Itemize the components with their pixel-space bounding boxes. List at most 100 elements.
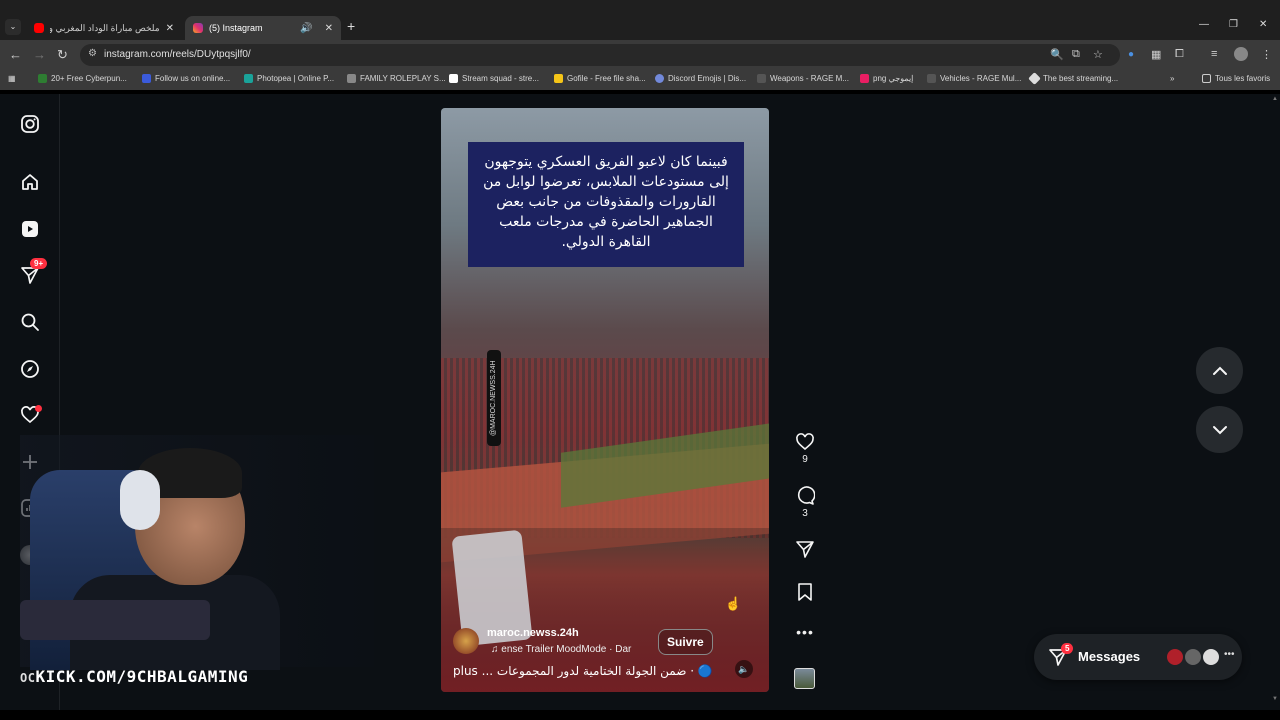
back-button[interactable]: ←: [9, 47, 22, 62]
share-icon: [796, 541, 814, 558]
reel-video[interactable]: فبينما كان لاعبو الفريق العسكري يتوجهون …: [441, 108, 769, 692]
author-avatar[interactable]: [453, 628, 479, 654]
bookmark-item[interactable]: 20+ Free Cyberpun...: [38, 74, 127, 83]
page-scrollbar[interactable]: ▲ ▼: [1270, 94, 1280, 710]
bookmark-item[interactable]: Vehicles - RAGE Mul...: [927, 74, 1021, 83]
bookmark-favicon-icon: [927, 74, 936, 83]
bookmark-item[interactable]: png إيموجي: [860, 74, 913, 83]
speaker-icon[interactable]: 🔊: [300, 23, 312, 34]
more-dots-icon: •••: [796, 624, 814, 640]
scroll-up-icon[interactable]: ▲: [1272, 96, 1278, 102]
all-favorites-folder[interactable]: Tous les favoris: [1202, 74, 1270, 83]
share-button[interactable]: [790, 539, 820, 559]
direct-badge: 9+: [30, 258, 48, 269]
bookmark-item[interactable]: The best streaming...: [1028, 72, 1118, 85]
reels-icon[interactable]: [19, 218, 41, 240]
like-count: 9: [802, 454, 808, 465]
more-bookmarks-icon[interactable]: »: [1170, 74, 1174, 83]
notification-dot: [35, 405, 42, 412]
volume-icon[interactable]: 🔈: [735, 660, 753, 678]
direct-icon[interactable]: 9+: [19, 258, 48, 286]
bookmark-item[interactable]: Stream squad - stre...: [449, 74, 539, 83]
zoom-icon[interactable]: 🔍: [1050, 48, 1064, 61]
scroll-down-icon[interactable]: ▼: [1272, 696, 1278, 702]
more-options-button[interactable]: •••: [790, 624, 820, 640]
search-icon[interactable]: [19, 311, 41, 333]
bookmark-favicon-icon: [655, 74, 664, 83]
comment-button[interactable]: 3: [790, 486, 820, 519]
profile-icon[interactable]: [1234, 47, 1248, 61]
headset: [120, 470, 160, 530]
bookmarks-bar: ▦ 20+ Free Cyberpun... Follow us on onli…: [0, 70, 1280, 90]
reel-description[interactable]: plus ... ضمن الجولة الختامية لدور المجمو…: [453, 664, 713, 678]
navigation-bar: ← → ↻ ⚙ instagram.com/reels/DUytpqsjlf0/…: [0, 40, 1280, 70]
bookmark-favicon-icon: [860, 74, 869, 83]
music-info[interactable]: ♫ ense Trailer MoodMode · Dar: [491, 644, 631, 655]
stream-prefix: OC: [20, 671, 36, 685]
tab-strip: ملخص مباراة الوداد المغربي وعزا ✕ (5) In…: [0, 13, 1280, 40]
restore-button[interactable]: ❐: [1229, 19, 1238, 30]
comment-icon: [797, 486, 815, 505]
new-tab-button[interactable]: +: [347, 18, 355, 34]
instagram-favicon-icon: [193, 23, 203, 33]
site-info-icon[interactable]: ⚙: [88, 48, 97, 59]
tab-title: ملخص مباراة الوداد المغربي وعزا: [50, 22, 160, 33]
bookmark-favicon-icon: [244, 74, 253, 83]
close-tab-icon[interactable]: ✕: [325, 23, 333, 34]
notifications-icon[interactable]: [19, 404, 42, 426]
previous-reel-button[interactable]: [1196, 347, 1243, 394]
audio-thumbnail[interactable]: [794, 668, 815, 689]
mouse-cursor-icon: ☝: [725, 596, 742, 611]
explore-icon[interactable]: [19, 358, 41, 380]
like-button[interactable]: 9: [790, 432, 820, 465]
media-control-icon[interactable]: ≡: [1211, 48, 1217, 60]
heart-icon: [796, 433, 814, 451]
youtube-favicon-icon: [34, 23, 44, 33]
minimize-button[interactable]: —: [1199, 19, 1209, 30]
music-note-icon: ♫: [491, 644, 502, 655]
extension-icon[interactable]: ●: [1128, 49, 1134, 60]
video-watermark: @MAROC.NEWSS.24H: [487, 350, 501, 446]
bookmark-item[interactable]: Gofile - Free file sha...: [554, 74, 646, 83]
tab-title: (5) Instagram: [209, 23, 263, 33]
reload-button[interactable]: ↻: [57, 47, 68, 63]
next-reel-button[interactable]: [1196, 406, 1243, 453]
comment-count: 3: [802, 508, 808, 519]
extensions-puzzle-icon[interactable]: ⧠: [1175, 48, 1184, 61]
bookmark-item[interactable]: Discord Emojis | Dis...: [655, 74, 746, 83]
author-name[interactable]: maroc.newss.24h: [487, 627, 579, 639]
close-tab-icon[interactable]: ✕: [166, 23, 174, 34]
home-icon[interactable]: [19, 171, 41, 193]
messages-button[interactable]: 5 Messages •••: [1034, 634, 1242, 680]
chevron-up-icon: [1212, 366, 1227, 375]
folder-icon: [1202, 74, 1211, 83]
url-text: instagram.com/reels/DUytpqsjlf0/: [104, 49, 251, 60]
apps-grid-icon[interactable]: ▦: [8, 74, 16, 83]
microphone: [20, 600, 210, 640]
message-avatar: [1166, 648, 1184, 666]
bookmark-favicon-icon: [347, 74, 356, 83]
bookmark-favicon-icon: [1028, 72, 1041, 85]
tab-instagram[interactable]: (5) Instagram 🔊 ✕: [185, 16, 341, 40]
save-button[interactable]: [790, 582, 820, 602]
browser-menu-icon[interactable]: ⋮: [1261, 48, 1272, 61]
messages-badge: 5: [1061, 643, 1074, 654]
tab-youtube[interactable]: ملخص مباراة الوداد المغربي وعزا ✕: [26, 16, 182, 40]
install-icon[interactable]: ⧉: [1072, 48, 1080, 61]
bookmark-icon: [798, 583, 812, 601]
forward-button[interactable]: →: [33, 47, 46, 62]
address-bar[interactable]: ⚙ instagram.com/reels/DUytpqsjlf0/ 🔍 ⧉ ☆: [80, 44, 1120, 66]
instagram-logo-icon[interactable]: [19, 113, 41, 135]
bookmark-item[interactable]: Follow us on online...: [142, 74, 230, 83]
bookmark-star-icon[interactable]: ☆: [1093, 48, 1103, 61]
follow-button[interactable]: Suivre: [658, 629, 713, 655]
browser-titlebar: ⌄ ملخص مباراة الوداد المغربي وعزا ✕ (5) …: [0, 0, 1280, 40]
bookmark-item[interactable]: FAMILY ROLEPLAY S...: [347, 74, 446, 83]
extension-icon[interactable]: ▦: [1151, 48, 1161, 61]
messages-label: Messages: [1078, 649, 1141, 664]
bookmark-item[interactable]: Weapons - RAGE M...: [757, 74, 849, 83]
video-caption: فبينما كان لاعبو الفريق العسكري يتوجهون …: [468, 142, 744, 267]
bookmark-item[interactable]: Photopea | Online P...: [244, 74, 334, 83]
close-window-button[interactable]: ✕: [1259, 19, 1267, 30]
chevron-down-icon: [1212, 425, 1227, 434]
